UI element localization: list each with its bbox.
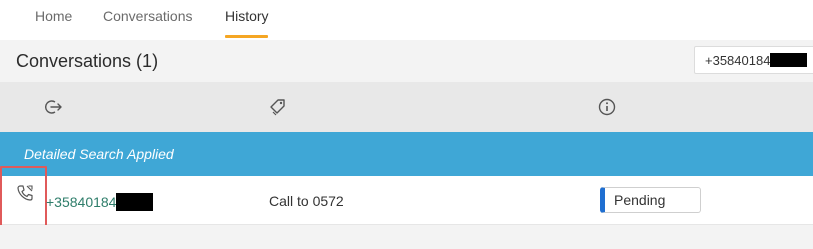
page-title: Conversations (1) [16, 51, 159, 71]
conversation-subject: Call to 0572 [269, 193, 344, 209]
detailed-search-banner: Detailed Search Applied [0, 132, 813, 176]
tab-history[interactable]: History [225, 8, 269, 24]
redaction-block [116, 193, 154, 211]
caller-number: +35840184 [46, 194, 117, 210]
tab-home[interactable]: Home [35, 8, 72, 24]
active-tab-indicator [225, 35, 268, 38]
caller-link[interactable]: +35840184 [46, 193, 154, 211]
banner-text: Detailed Search Applied [24, 146, 174, 162]
status-badge: Pending [600, 187, 701, 213]
tab-conversations[interactable]: Conversations [103, 8, 193, 24]
page-header: Conversations (1) +35840184 [0, 40, 813, 82]
search-value: +35840184 [705, 53, 771, 68]
list-footer [0, 225, 813, 249]
search-input[interactable]: +35840184 [694, 46, 813, 74]
column-header-row [0, 82, 813, 132]
top-nav: Home Conversations History [0, 0, 813, 40]
direction-icon[interactable] [45, 98, 63, 116]
info-icon[interactable] [598, 98, 616, 116]
highlight-box [0, 166, 47, 234]
table-row[interactable]: +35840184 Call to 0572 Pending [0, 166, 813, 234]
status-label: Pending [614, 192, 666, 208]
tag-icon[interactable] [269, 98, 287, 116]
phone-call-icon [17, 185, 33, 201]
redaction-block [770, 53, 808, 67]
